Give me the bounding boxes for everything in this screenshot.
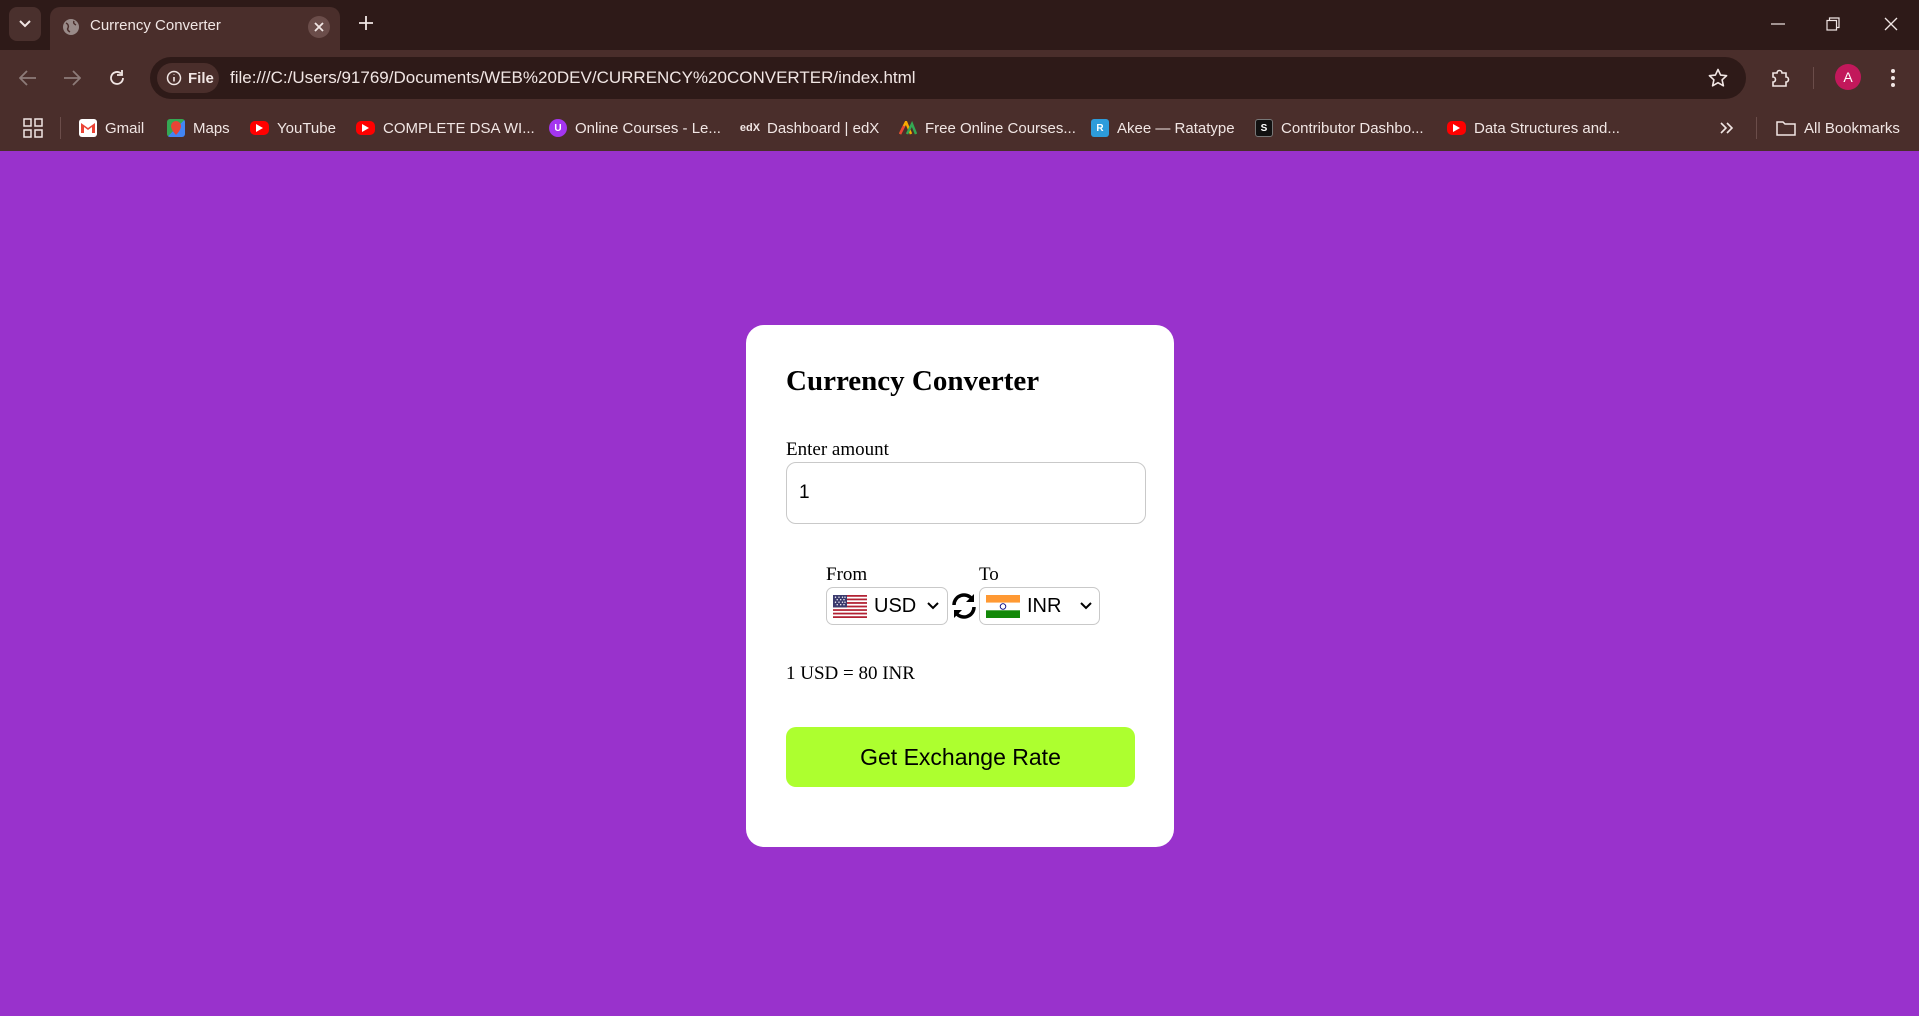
udemy-icon: U [549, 119, 567, 137]
page-title: Currency Converter [786, 365, 1040, 397]
all-bookmarks-label: All Bookmarks [1804, 119, 1900, 137]
youtube-icon [1447, 121, 1466, 135]
contributor-icon: S [1255, 119, 1273, 137]
toolbar-divider [1813, 67, 1814, 89]
reload-icon [110, 70, 124, 85]
new-tab-button[interactable] [353, 10, 379, 36]
minimize-button[interactable] [1763, 10, 1793, 38]
site-info-chip[interactable]: File [157, 63, 219, 93]
info-icon [166, 70, 182, 86]
bookmarks-overflow-button[interactable] [1720, 115, 1734, 141]
bookmark-label: Contributor Dashbo... [1281, 119, 1424, 137]
bookmark-label: Akee — Ratatype [1117, 119, 1235, 137]
plus-icon [359, 16, 373, 30]
bookmark-complete-dsa[interactable]: COMPLETE DSA WI... [356, 115, 535, 141]
globe-icon [63, 19, 79, 35]
bookmark-label: Dashboard | edX [767, 119, 880, 137]
toolbar: File file:///C:/Users/91769/Documents/WE… [0, 50, 1919, 106]
maps-icon [167, 119, 185, 137]
ratatype-icon: R [1091, 119, 1109, 137]
tab-close-button[interactable] [308, 16, 330, 38]
to-currency-select[interactable]: INR [979, 587, 1100, 625]
extensions-button[interactable] [1766, 63, 1796, 93]
bookmark-label: YouTube [277, 119, 336, 137]
amount-label: Enter amount [786, 439, 889, 460]
browser-chrome: Currency Converter File file:///C:/Users… [0, 0, 1919, 151]
bookmark-label: Online Courses - Le... [575, 119, 721, 137]
exchange-rate-result: 1 USD = 80 INR [786, 663, 915, 684]
browser-menu-button[interactable] [1880, 63, 1906, 93]
bookmark-label: Data Structures and... [1474, 119, 1620, 137]
address-bar[interactable]: File file:///C:/Users/91769/Documents/WE… [150, 57, 1746, 99]
bookmarks-divider [1756, 117, 1757, 139]
bookmark-contributor-dashboard[interactable]: S Contributor Dashbo... [1255, 115, 1424, 141]
bookmark-edx[interactable]: edX Dashboard | edX [739, 115, 880, 141]
get-exchange-rate-button[interactable]: Get Exchange Rate [786, 727, 1135, 787]
tab-currency-converter[interactable]: Currency Converter [50, 7, 340, 50]
chevron-down-icon [927, 602, 939, 610]
puzzle-icon [1772, 69, 1790, 87]
gmail-icon [79, 119, 97, 137]
chip-label: File [188, 69, 214, 87]
bookmarks-divider [60, 117, 61, 139]
chevron-down-icon [19, 20, 31, 28]
youtube-icon [356, 121, 375, 135]
tab-strip: Currency Converter [0, 0, 1919, 50]
from-label: From [826, 564, 868, 585]
close-window-button[interactable] [1876, 10, 1906, 38]
all-bookmarks-button[interactable]: All Bookmarks [1776, 115, 1900, 141]
back-button[interactable] [14, 64, 42, 92]
to-label: To [979, 564, 999, 585]
reload-button[interactable] [103, 64, 131, 92]
folder-icon [1776, 121, 1796, 136]
bookmark-star-button[interactable] [1706, 66, 1730, 90]
amount-input[interactable] [786, 462, 1146, 524]
star-icon [1708, 68, 1728, 87]
profile-avatar[interactable]: A [1835, 64, 1861, 90]
bookmark-gmail[interactable]: Gmail [79, 115, 144, 141]
apps-grid-icon[interactable] [22, 117, 44, 139]
bookmark-label: COMPLETE DSA WI... [383, 119, 535, 137]
india-flag-icon [986, 594, 1020, 618]
more-vertical-icon [1891, 69, 1895, 87]
edx-icon: edX [739, 122, 761, 134]
minimize-icon [1771, 23, 1785, 25]
arrow-right-icon [64, 70, 81, 86]
swap-currencies-button[interactable] [948, 589, 980, 623]
bookmark-data-structures[interactable]: Data Structures and... [1447, 115, 1620, 141]
swap-arrows-icon [952, 593, 976, 619]
chevron-down-icon [1080, 602, 1093, 610]
close-icon [314, 22, 324, 32]
bookmark-label: Gmail [105, 119, 145, 137]
bookmarks-bar: Gmail Maps YouTube COMPLETE DSA WI... U … [0, 106, 1919, 151]
bookmark-youtube[interactable]: YouTube [250, 115, 336, 141]
us-flag-icon [833, 594, 867, 618]
bookmark-ratatype[interactable]: R Akee — Ratatype [1091, 115, 1235, 141]
restore-button[interactable] [1818, 10, 1848, 38]
to-currency-value: INR [1027, 594, 1062, 617]
chevron-double-right-icon [1720, 122, 1734, 134]
youtube-icon [250, 121, 269, 135]
tab-title: Currency Converter [90, 17, 221, 34]
converter-card: Currency Converter Enter amount From USD… [746, 325, 1174, 847]
arrow-left-icon [19, 70, 36, 86]
from-currency-select[interactable]: USD [826, 587, 948, 625]
bookmark-maps[interactable]: Maps [167, 115, 230, 141]
from-currency-value: USD [874, 594, 917, 617]
forward-button[interactable] [58, 64, 86, 92]
bookmark-label: Maps [193, 119, 230, 137]
restore-icon [1826, 17, 1840, 31]
coursera-icon [899, 119, 917, 137]
url-text: file:///C:/Users/91769/Documents/WEB%20D… [230, 68, 916, 87]
bookmark-label: Free Online Courses... [925, 119, 1076, 137]
tab-search-button[interactable] [9, 7, 41, 41]
bookmark-free-online-courses[interactable]: Free Online Courses... [899, 115, 1076, 141]
bookmark-online-courses[interactable]: U Online Courses - Le... [549, 115, 721, 141]
close-icon [1884, 17, 1898, 31]
